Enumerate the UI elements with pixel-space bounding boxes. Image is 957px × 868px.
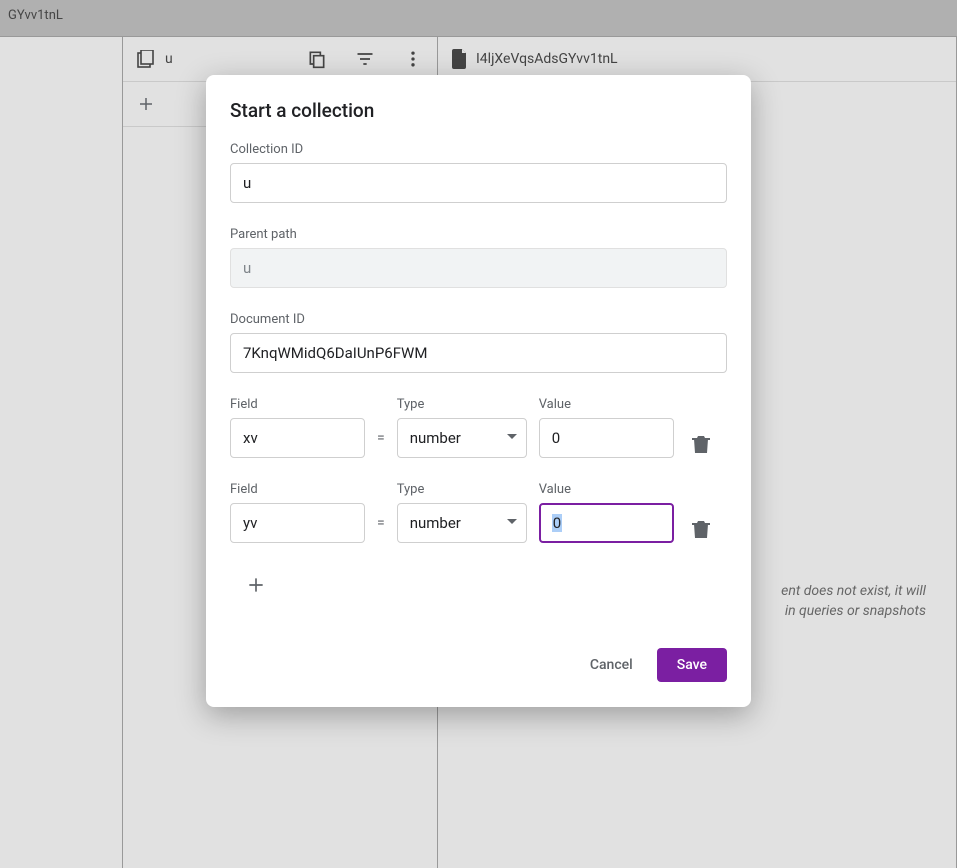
delete-field-button[interactable]: [692, 519, 710, 543]
collection-id-input[interactable]: [230, 163, 727, 203]
start-collection-dialog: Start a collection Collection ID Parent …: [206, 75, 751, 707]
type-select[interactable]: number: [397, 503, 527, 543]
value-label: Value: [539, 397, 674, 412]
cancel-button[interactable]: Cancel: [578, 647, 645, 683]
trash-icon: [692, 519, 710, 539]
chevron-down-icon: [506, 431, 518, 443]
trash-icon: [692, 434, 710, 454]
type-label: Type: [397, 482, 527, 497]
equals-sign: =: [377, 430, 385, 458]
delete-field-button[interactable]: [692, 434, 710, 458]
parent-path-label: Parent path: [230, 227, 727, 242]
value-label: Value: [539, 482, 674, 497]
equals-sign: =: [377, 515, 385, 543]
add-field-button[interactable]: [230, 567, 282, 603]
field-row: Field = Type number Value 0: [230, 482, 727, 543]
field-label: Field: [230, 397, 365, 412]
dialog-title: Start a collection: [230, 99, 727, 122]
field-value-input[interactable]: 0: [539, 503, 674, 543]
type-select[interactable]: number: [397, 418, 527, 458]
field-name-input[interactable]: [230, 418, 365, 458]
field-label: Field: [230, 482, 365, 497]
field-name-input[interactable]: [230, 503, 365, 543]
type-value: number: [410, 514, 461, 532]
add-icon: [246, 575, 266, 595]
document-id-input[interactable]: [230, 333, 727, 373]
field-value-input[interactable]: [539, 418, 674, 458]
type-label: Type: [397, 397, 527, 412]
field-row: Field = Type number Value: [230, 397, 727, 458]
collection-id-label: Collection ID: [230, 142, 727, 157]
parent-path-input: [230, 248, 727, 288]
modal-overlay: Start a collection Collection ID Parent …: [0, 0, 957, 868]
type-value: number: [410, 429, 461, 447]
document-id-label: Document ID: [230, 312, 727, 327]
chevron-down-icon: [506, 516, 518, 528]
save-button[interactable]: Save: [657, 648, 727, 682]
